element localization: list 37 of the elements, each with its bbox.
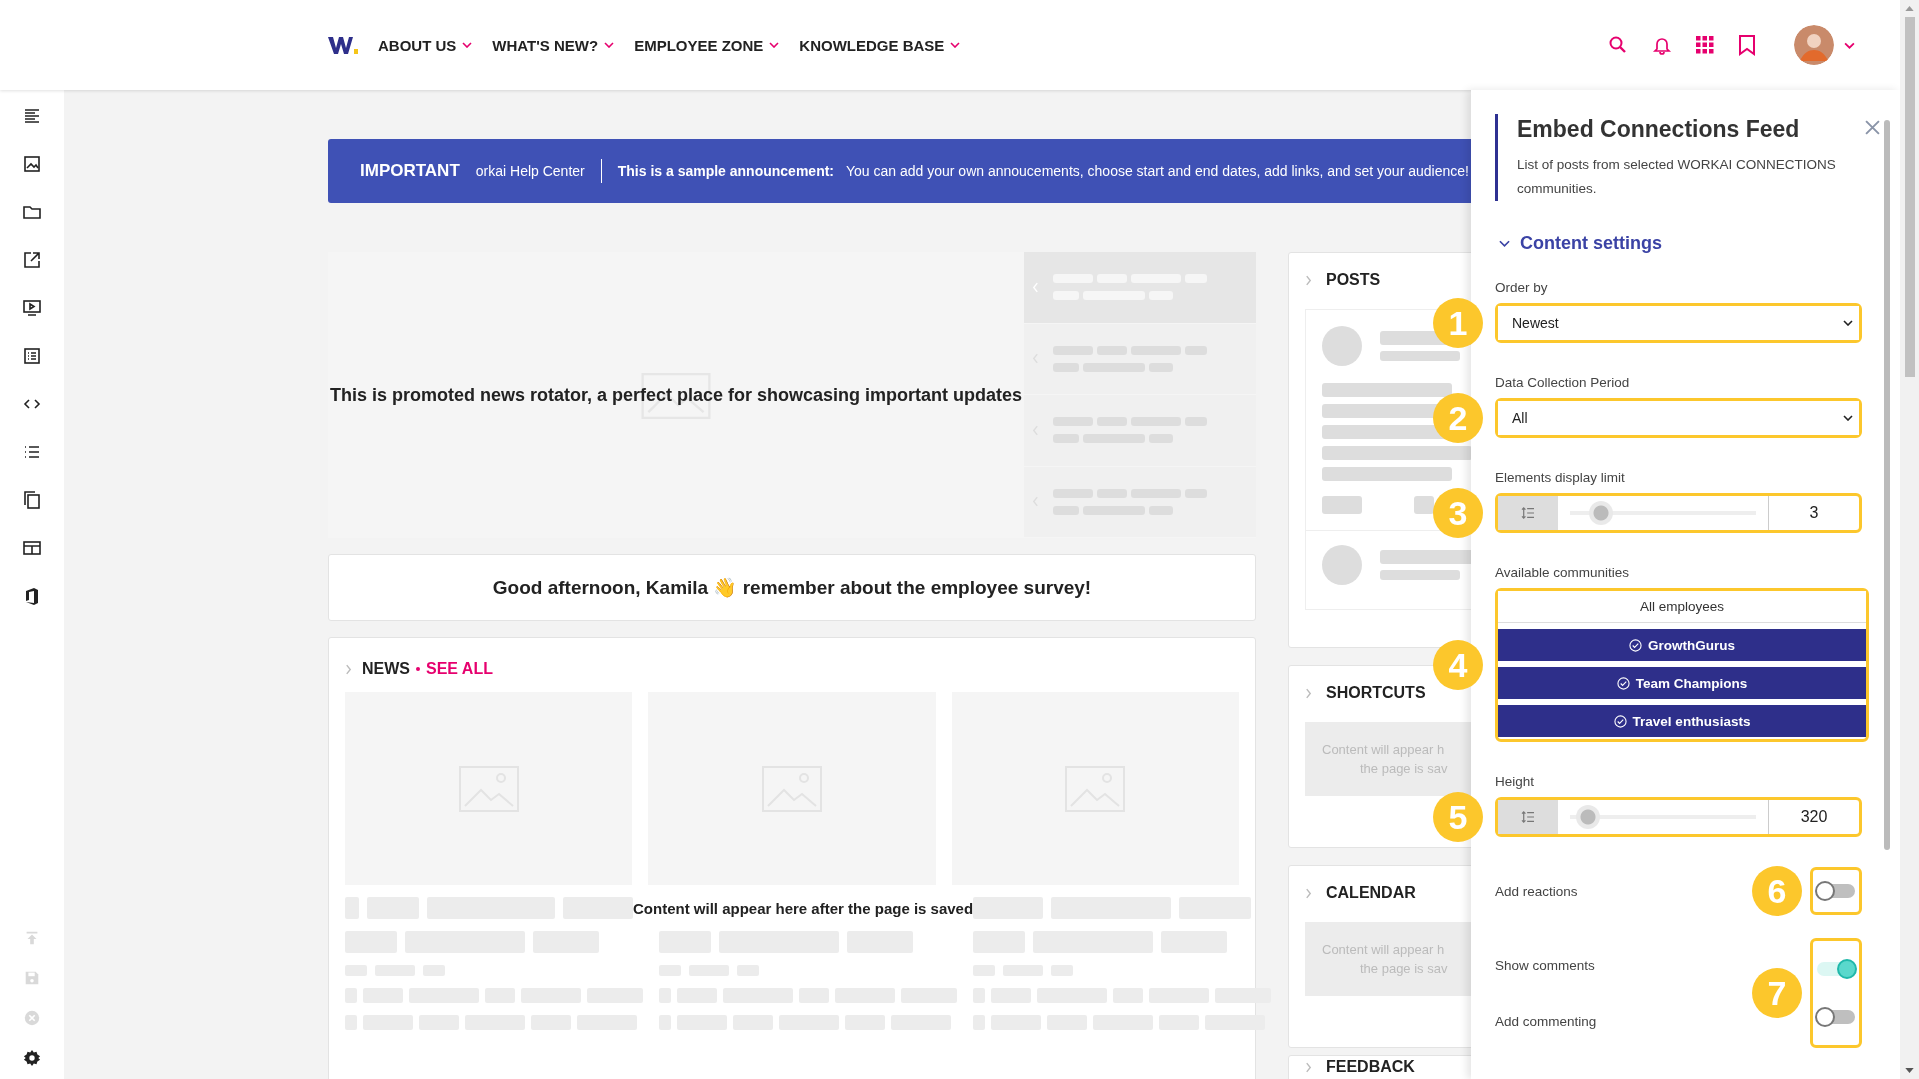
- toggle-label: Add commenting: [1495, 1012, 1598, 1031]
- community-option[interactable]: All employees: [1498, 591, 1866, 623]
- announcement-ticker[interactable]: orkai Help Center: [475, 163, 585, 179]
- section-toggle[interactable]: Content settings: [1499, 233, 1662, 254]
- step-marker: 7: [1752, 968, 1802, 1018]
- field-label: Available communities: [1495, 565, 1631, 580]
- news-title: NEWS: [362, 660, 410, 678]
- nav-menu-item[interactable]: WHAT'S NEW?: [492, 36, 615, 54]
- community-option[interactable]: Travel enthusiasts: [1498, 705, 1866, 737]
- widget-title: CALENDAR: [1326, 884, 1416, 902]
- announcement-label: IMPORTANT: [360, 161, 460, 181]
- toggle-label: Show comments: [1495, 956, 1596, 975]
- field-label: Order by: [1495, 280, 1549, 295]
- step-marker: 6: [1752, 866, 1802, 916]
- field-label: Elements display limit: [1495, 470, 1626, 485]
- nav-menu-item[interactable]: EMPLOYEE ZONE: [634, 36, 780, 54]
- panel-title: Embed Connections Feed: [1517, 116, 1801, 143]
- toggle-label: Add reactions: [1495, 882, 1579, 901]
- announcement-text: You can add your own annoucements, choose start and end dates, add links, and set your audience!: [846, 163, 1469, 179]
- see-all-link[interactable]: SEE ALL: [426, 660, 493, 678]
- greeting-text: Good afternoon, Kamila 👋 remember about the employee survey!: [492, 576, 1092, 599]
- field-label: Data Collection Period: [1495, 375, 1631, 390]
- community-option[interactable]: GrowthGurus: [1498, 629, 1866, 661]
- widget-title: POSTS: [1326, 271, 1381, 289]
- widget-title: FEEDBACK: [1326, 1058, 1415, 1076]
- nav-menu-item[interactable]: ABOUT US: [378, 36, 473, 54]
- placeholder-text: Content will appear here after the page is saved: [633, 899, 974, 917]
- step-marker: 4: [1433, 640, 1483, 690]
- announcement-title: This is a sample announcement:: [617, 163, 834, 179]
- select-field[interactable]: All: [1498, 401, 1859, 435]
- panel-description: List of posts from selected WORKAI CONNECTIONS communities.: [1517, 156, 1837, 198]
- community-option[interactable]: Team Champions: [1498, 667, 1866, 699]
- nav-menu-item[interactable]: KNOWLEDGE BASE: [799, 36, 961, 54]
- select-field[interactable]: Newest: [1498, 306, 1859, 340]
- field-label: Height: [1495, 774, 1536, 789]
- widget-title: SHORTCUTS: [1326, 684, 1426, 702]
- rotator-text: This is promoted news rotator, a perfect place for showcasing important updates: [329, 384, 1023, 406]
